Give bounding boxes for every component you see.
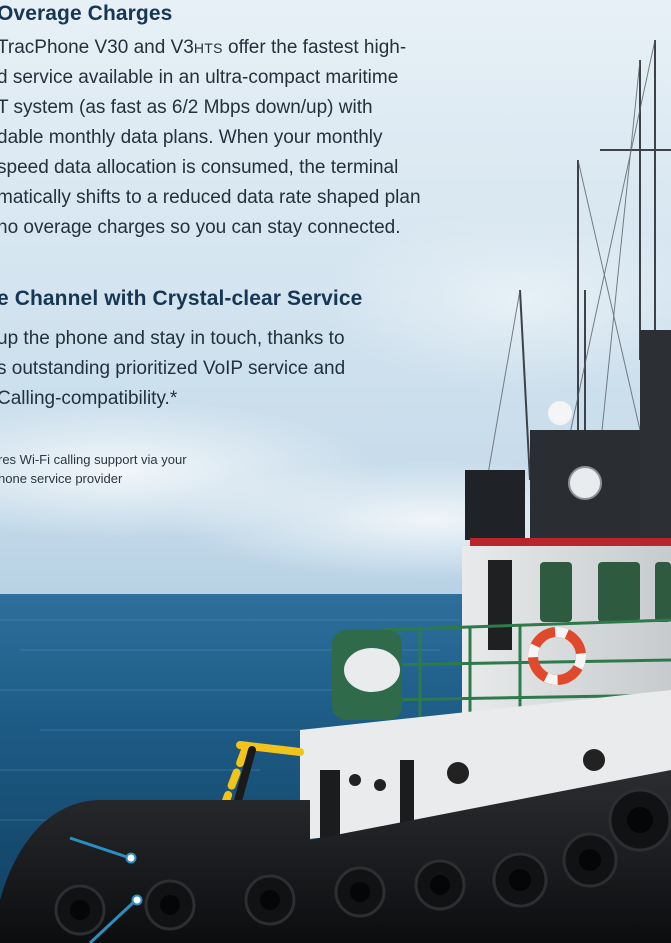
body-line: s outstanding prioritized VoIP service a… — [0, 358, 346, 379]
section-body-overage: TracPhone V30 and V3HTS offer the fastes… — [0, 33, 421, 243]
body-line: no overage charges so you can stay conne… — [0, 217, 401, 238]
callout-dot-2 — [131, 894, 143, 906]
body-line: Calling-compatibility.* — [0, 388, 178, 409]
body-line: speed data allocation is consumed, the t… — [0, 157, 399, 178]
footnote-line: hone service provider — [0, 471, 123, 486]
footnote: res Wi-Fi calling support via your hone … — [0, 450, 187, 488]
footnote-line: res Wi-Fi calling support via your — [0, 452, 187, 467]
section-body-voice: up the phone and stay in touch, thanks t… — [0, 324, 345, 414]
section-heading-voice: e Channel with Crystal-clear Service — [0, 287, 363, 310]
body-line: T system (as fast as 6/2 Mbps down/up) w… — [0, 97, 373, 118]
body-line: up the phone and stay in touch, thanks t… — [0, 328, 345, 349]
callout-dot-1 — [125, 852, 137, 864]
body-line: dable monthly data plans. When your mont… — [0, 127, 383, 148]
section-heading-overage: Overage Charges — [0, 2, 173, 25]
body-line: d service available in an ultra-compact … — [0, 67, 399, 88]
body-line: matically shifts to a reduced data rate … — [0, 187, 421, 208]
body-line: TracPhone V30 and V3HTS offer the fastes… — [0, 37, 407, 58]
